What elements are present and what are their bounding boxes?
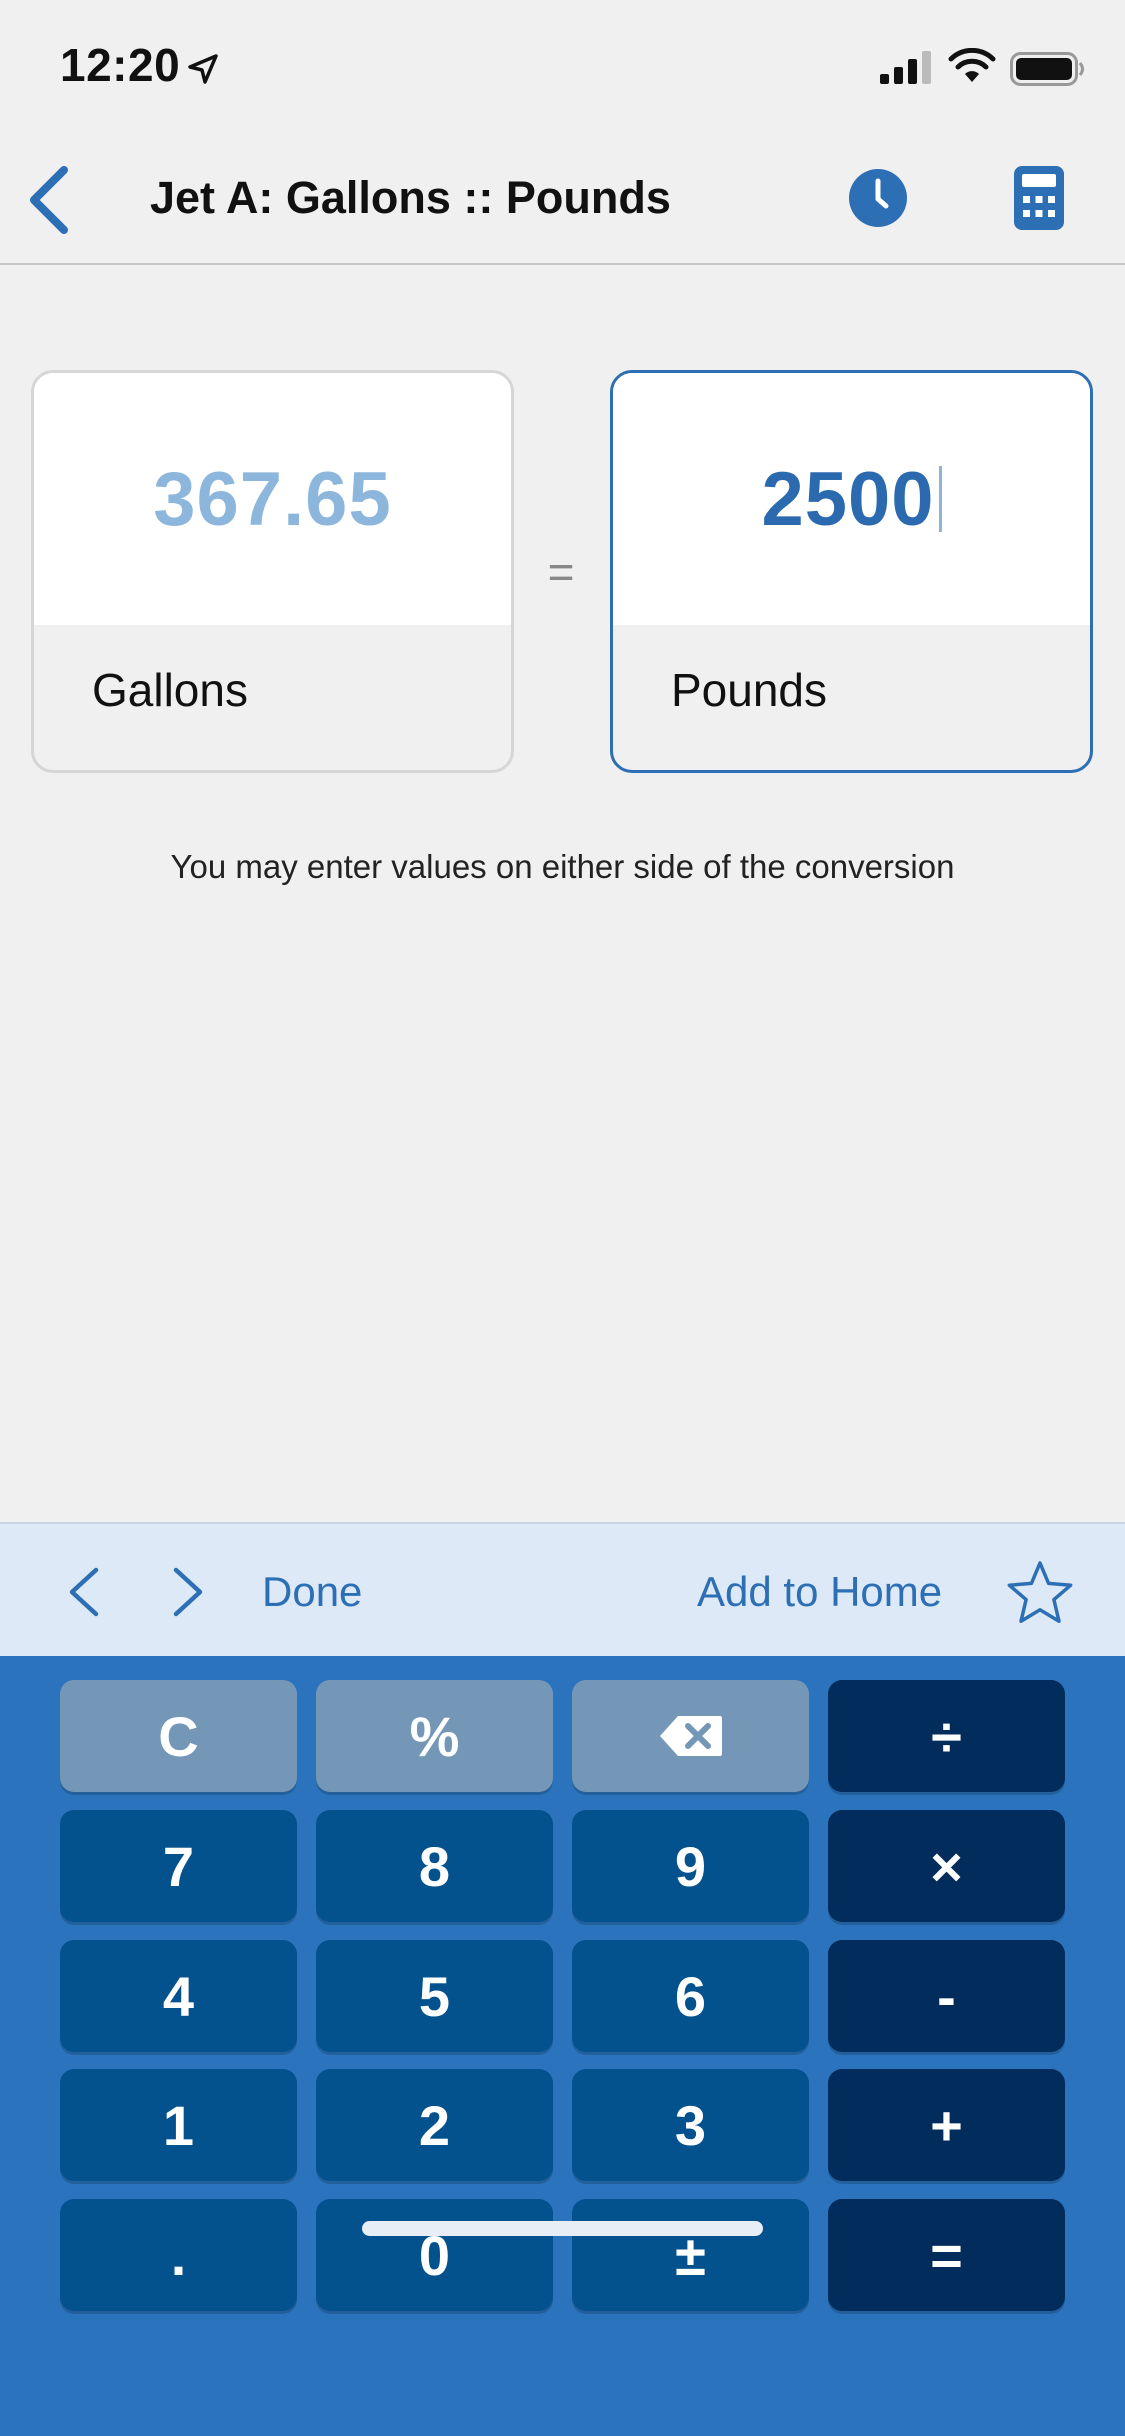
previous-field-chevron-icon[interactable] [60, 1564, 110, 1620]
gallons-input-card[interactable]: 367.65 Gallons [31, 370, 514, 773]
navigation-bar: Jet A: Gallons :: Pounds [0, 132, 1125, 265]
key-plus-minus[interactable]: ± [572, 2199, 809, 2311]
key-subtract[interactable]: - [828, 1940, 1065, 2052]
signal-icon [880, 51, 931, 84]
star-icon[interactable] [1006, 1560, 1074, 1626]
key-divide[interactable]: ÷ [828, 1680, 1065, 1792]
key-add[interactable]: + [828, 2069, 1065, 2181]
pounds-value-area[interactable]: 2500 [613, 373, 1090, 625]
key-1[interactable]: 1 [60, 2069, 297, 2181]
equals-sign: = [547, 546, 575, 598]
done-button[interactable]: Done [262, 1568, 362, 1616]
key-percent[interactable]: % [316, 1680, 553, 1792]
back-chevron-icon[interactable] [18, 162, 88, 238]
battery-icon [1010, 52, 1084, 86]
location-arrow-icon [188, 54, 218, 84]
key-3[interactable]: 3 [572, 2069, 809, 2181]
status-time: 12:20 [60, 39, 181, 91]
key-backspace[interactable] [572, 1680, 809, 1792]
backspace-icon [659, 1716, 722, 1756]
key-9[interactable]: 9 [572, 1810, 809, 1922]
key-multiply[interactable]: × [828, 1810, 1065, 1922]
next-field-chevron-icon[interactable] [162, 1564, 212, 1620]
key-decimal[interactable]: . [60, 2199, 297, 2311]
wifi-icon [948, 48, 996, 82]
home-indicator[interactable] [362, 2221, 763, 2236]
key-2[interactable]: 2 [316, 2069, 553, 2181]
pounds-value: 2500 [761, 456, 935, 542]
key-equals[interactable]: = [828, 2199, 1065, 2311]
pounds-unit-label: Pounds [671, 664, 828, 716]
add-to-home-button[interactable]: Add to Home [697, 1568, 942, 1616]
status-bar: 12:20 [0, 0, 1125, 132]
page-title: Jet A: Gallons :: Pounds [150, 172, 671, 223]
key-clear[interactable]: C [60, 1680, 297, 1792]
gallons-value: 367.65 [153, 456, 392, 542]
calculator-icon[interactable] [1014, 166, 1064, 230]
key-5[interactable]: 5 [316, 1940, 553, 2052]
gallons-unit-label: Gallons [92, 664, 248, 716]
clock-icon[interactable] [848, 168, 908, 228]
keyboard-toolbar: Done Add to Home [0, 1522, 1125, 1656]
calculator-keypad: C % ÷ 7 8 9 × 4 5 6 - 1 2 3 + . 0 ± = [0, 1656, 1125, 2436]
pounds-input-card[interactable]: 2500 Pounds [610, 370, 1093, 773]
key-7[interactable]: 7 [60, 1810, 297, 1922]
text-cursor [938, 466, 942, 532]
conversion-hint: You may enter values on either side of t… [170, 848, 955, 885]
gallons-value-area[interactable]: 367.65 [34, 373, 511, 625]
key-8[interactable]: 8 [316, 1810, 553, 1922]
key-4[interactable]: 4 [60, 1940, 297, 2052]
key-6[interactable]: 6 [572, 1940, 809, 2052]
key-0[interactable]: 0 [316, 2199, 553, 2311]
